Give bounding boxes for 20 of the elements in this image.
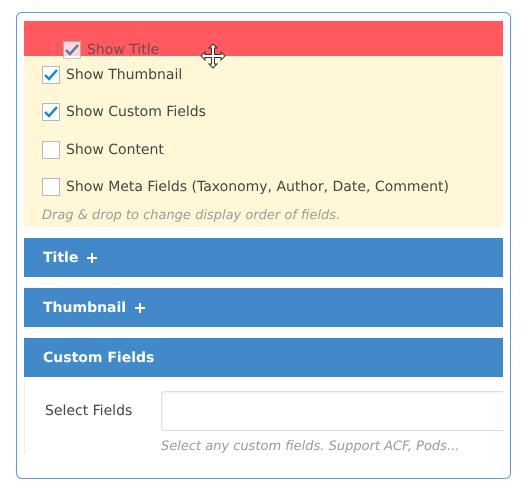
section-header[interactable]: Custom Fields [24,338,503,377]
select-field[interactable] [161,391,503,431]
checkbox[interactable] [42,178,60,196]
plus-icon [86,252,98,264]
dragged-option[interactable]: Show Title [63,41,160,59]
section-header[interactable]: Title [24,238,503,277]
option-label: Show Custom Fields [66,104,206,120]
option-label: Show Content [66,142,164,158]
section-header[interactable]: Thumbnail [24,288,503,327]
field-label: Select Fields [44,403,134,419]
option-label: Show Meta Fields (Taxonomy, Author, Date, Comment) [66,179,449,196]
checkbox[interactable] [42,140,60,159]
help-text: Select any custom fields. Support ACF, Pods... [161,439,460,454]
move-cursor-icon [200,43,226,69]
plus-icon [134,302,146,314]
help-text: Drag & drop to change display order of fields. [41,207,342,223]
checkbox[interactable] [42,103,60,122]
checkbox[interactable] [63,41,81,59]
checkbox[interactable] [42,66,60,84]
option-label: Show Thumbnail [66,66,182,83]
